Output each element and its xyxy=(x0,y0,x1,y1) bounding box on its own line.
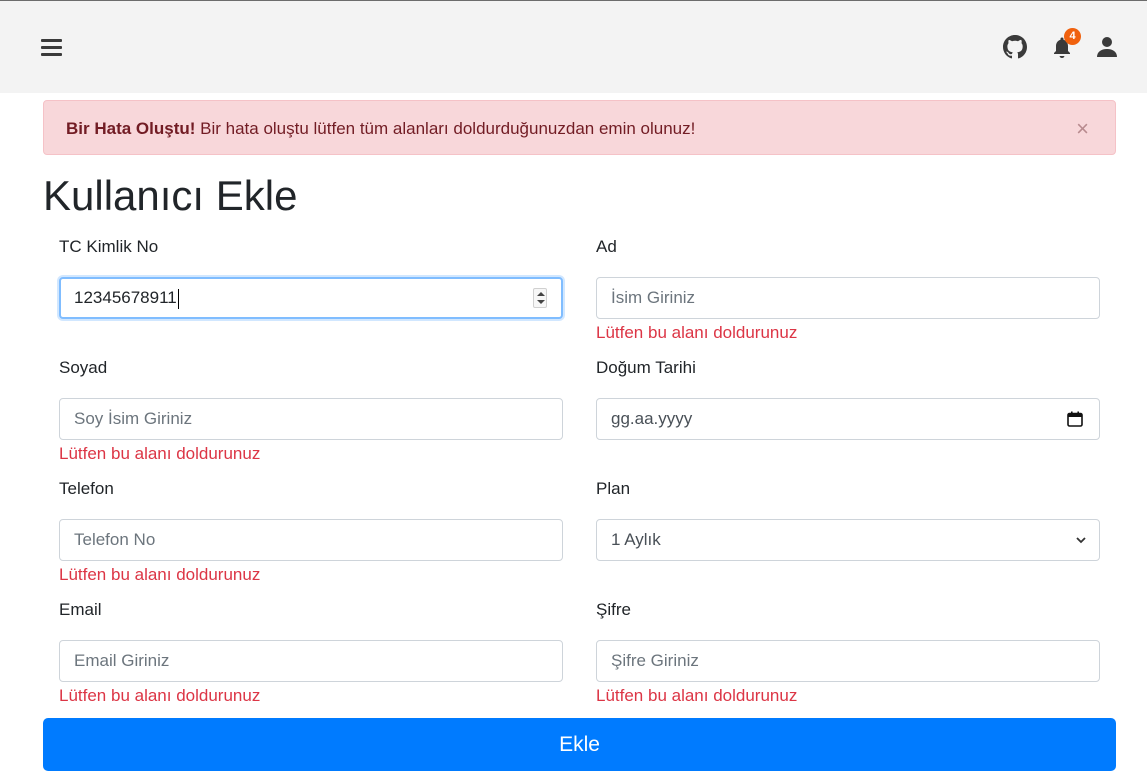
soyad-error: Lütfen bu alanı doldurunuz xyxy=(59,444,261,463)
dogum-placeholder: gg.aa.yyyy xyxy=(611,409,693,428)
email-input[interactable]: Email Giriniz xyxy=(59,640,563,682)
plan-selected: 1 Aylık xyxy=(611,530,661,549)
email-label: Email xyxy=(59,600,102,619)
sifre-label: Şifre xyxy=(596,600,631,619)
telefon-error: Lütfen bu alanı doldurunuz xyxy=(59,565,261,584)
notification-badge: 4 xyxy=(1064,28,1081,45)
plan-label: Plan xyxy=(596,479,631,498)
chevron-down-icon xyxy=(1076,537,1086,544)
email-field: Email Email Giriniz Lütfen bu alanı dold… xyxy=(59,599,563,706)
user-icon[interactable] xyxy=(1095,35,1119,59)
number-stepper-icon[interactable] xyxy=(533,288,547,308)
github-icon[interactable] xyxy=(1003,35,1027,59)
text-caret xyxy=(177,288,179,309)
plan-select[interactable]: 1 Aylık xyxy=(596,519,1100,561)
tc-value: 12345678911 xyxy=(74,288,177,307)
alert-title: Bir Hata Oluştu! xyxy=(66,119,196,138)
top-navbar: 4 xyxy=(0,0,1147,93)
soyad-label: Soyad xyxy=(59,358,108,377)
telefon-label: Telefon xyxy=(59,479,114,498)
ad-error: Lütfen bu alanı doldurunuz xyxy=(596,323,798,342)
dogum-label: Doğum Tarihi xyxy=(596,358,696,377)
dogum-input[interactable]: gg.aa.yyyy xyxy=(596,398,1100,440)
ad-label: Ad xyxy=(596,237,617,256)
tc-field: TC Kimlik No 12345678911 xyxy=(59,236,563,319)
sifre-error: Lütfen bu alanı doldurunuz xyxy=(596,686,798,705)
tc-input[interactable]: 12345678911 xyxy=(59,277,563,319)
ad-field: Ad İsim Giriniz Lütfen bu alanı doldurun… xyxy=(596,236,1100,343)
dogum-field: Doğum Tarihi gg.aa.yyyy xyxy=(596,357,1100,440)
sifre-placeholder: Şifre Giriniz xyxy=(611,651,699,670)
soyad-input[interactable]: Soy İsim Giriniz xyxy=(59,398,563,440)
plan-field: Plan 1 Aylık xyxy=(596,478,1100,561)
alert-message: Bir hata oluştu lütfen tüm alanları dold… xyxy=(195,119,696,138)
email-placeholder: Email Giriniz xyxy=(74,651,170,670)
sifre-field: Şifre Şifre Giriniz Lütfen bu alanı dold… xyxy=(596,599,1100,706)
soyad-placeholder: Soy İsim Giriniz xyxy=(74,409,193,428)
email-error: Lütfen bu alanı doldurunuz xyxy=(59,686,261,705)
telefon-field: Telefon Telefon No Lütfen bu alanı doldu… xyxy=(59,478,563,585)
telefon-placeholder: Telefon No xyxy=(74,530,156,549)
page-title: Kullanıcı Ekle xyxy=(43,172,298,219)
sifre-input[interactable]: Şifre Giriniz xyxy=(596,640,1100,682)
ad-input[interactable]: İsim Giriniz xyxy=(596,277,1100,319)
ad-placeholder: İsim Giriniz xyxy=(611,288,696,307)
error-alert: Bir Hata Oluştu! Bir hata oluştu lütfen … xyxy=(43,100,1116,155)
close-icon[interactable]: × xyxy=(1076,101,1089,156)
soyad-field: Soyad Soy İsim Giriniz Lütfen bu alanı d… xyxy=(59,357,563,464)
submit-button[interactable]: Ekle xyxy=(43,718,1116,771)
telefon-input[interactable]: Telefon No xyxy=(59,519,563,561)
tc-label: TC Kimlik No xyxy=(59,237,159,256)
calendar-icon[interactable] xyxy=(1067,411,1083,427)
menu-icon[interactable] xyxy=(41,39,62,57)
